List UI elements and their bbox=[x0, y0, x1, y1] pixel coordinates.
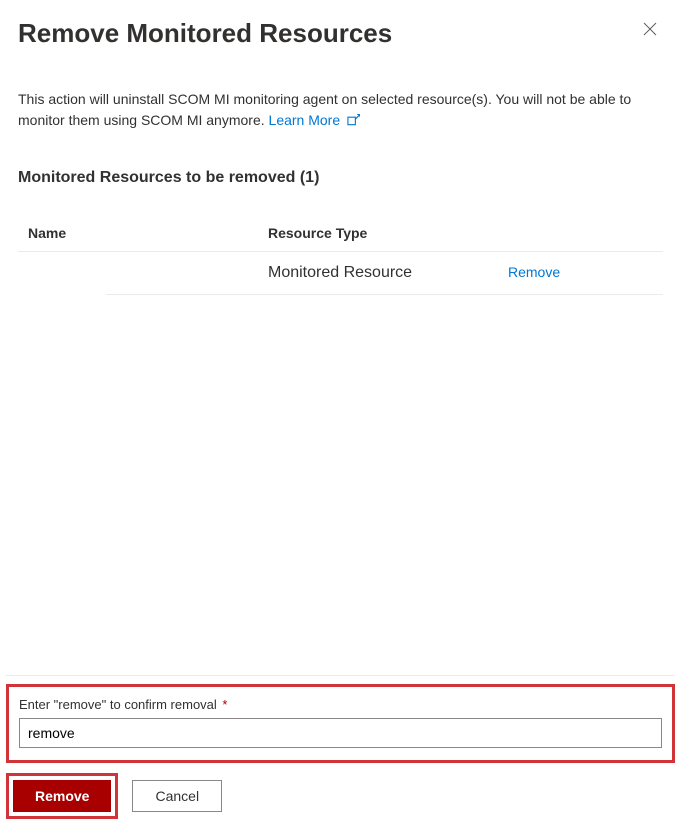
confirm-label-text: Enter "remove" to confirm removal bbox=[19, 697, 217, 712]
row-remove-link[interactable]: Remove bbox=[508, 264, 560, 280]
table-header: Name Resource Type bbox=[18, 215, 663, 252]
remove-button[interactable]: Remove bbox=[13, 780, 111, 812]
confirm-label: Enter "remove" to confirm removal * bbox=[19, 697, 662, 712]
description-text: This action will uninstall SCOM MI monit… bbox=[18, 89, 663, 131]
col-header-name: Name bbox=[28, 225, 268, 241]
section-title: Monitored Resources to be removed (1) bbox=[18, 169, 663, 187]
required-star: * bbox=[222, 697, 227, 712]
learn-more-link[interactable]: Learn More bbox=[269, 112, 360, 128]
table-row: Monitored Resource Remove bbox=[106, 252, 663, 295]
primary-highlight: Remove bbox=[6, 773, 118, 819]
footer-divider bbox=[6, 675, 675, 676]
confirm-area: Enter "remove" to confirm removal * bbox=[6, 684, 675, 763]
page-title: Remove Monitored Resources bbox=[18, 18, 392, 49]
external-link-icon bbox=[347, 114, 360, 126]
resources-table: Name Resource Type Monitored Resource Re… bbox=[18, 215, 663, 295]
confirm-input[interactable] bbox=[19, 718, 662, 748]
cancel-button[interactable]: Cancel bbox=[132, 780, 222, 812]
close-icon[interactable] bbox=[643, 18, 663, 36]
cell-action: Remove bbox=[508, 264, 663, 282]
cell-type: Monitored Resource bbox=[268, 264, 508, 282]
learn-more-label: Learn More bbox=[269, 112, 341, 128]
col-header-type: Resource Type bbox=[268, 225, 508, 241]
footer-actions: Remove Cancel bbox=[0, 773, 681, 829]
